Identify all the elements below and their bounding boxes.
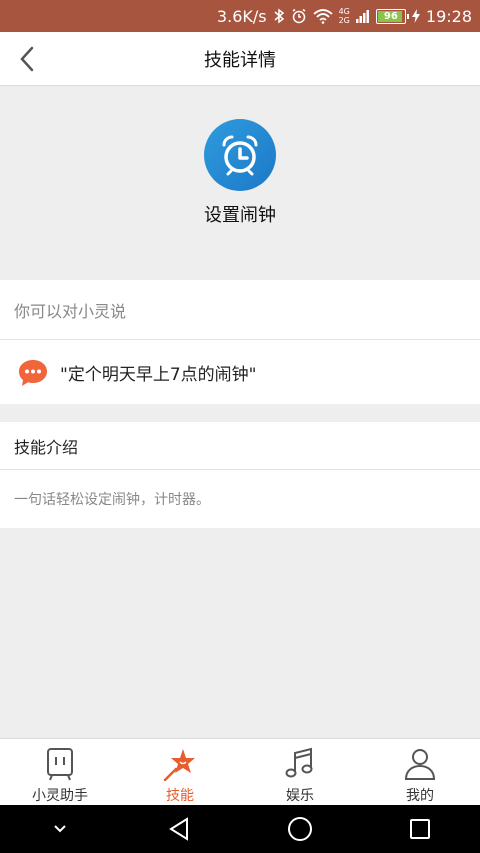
status-bar: 3.6K/s 4G 2G 96 19:28 [0,0,480,32]
battery-icon: 96 [375,8,409,24]
alarm-clock-icon [204,119,276,191]
clock: 19:28 [425,6,472,26]
skill-name: 设置闹钟 [204,205,276,226]
example-phrase-row[interactable]: "定个明天早上7点的闹钟" [0,340,480,404]
music-note-icon [285,747,313,778]
example-phrase: "定个明天早上7点的闹钟" [60,364,257,385]
wifi-icon [312,8,333,24]
battery-level: 96 [383,10,398,22]
nav-back-button[interactable] [160,809,200,849]
network-type: 4G 2G [339,7,350,25]
network-type-top: 4G [338,7,350,16]
intro-text: 一句话轻松设定闹钟，计时器。 [14,492,210,508]
back-button[interactable] [14,44,42,74]
intro-heading: 技能介绍 [0,422,480,470]
circle-home-icon [288,817,312,841]
alarm-icon [291,8,307,24]
skill-star-icon [163,749,195,781]
bluetooth-icon [273,8,285,24]
nav-recents-button[interactable] [400,809,440,849]
intro-section: 技能介绍 一句话轻松设定闹钟，计时器。 [0,422,480,528]
tab-me[interactable]: 我的 [360,739,480,805]
network-type-bottom: 2G [338,16,350,25]
tab-label: 我的 [406,788,434,804]
tab-assistant[interactable]: 小灵助手 [0,739,120,805]
system-nav-bar [0,805,480,853]
hide-nav-button[interactable] [40,809,80,849]
assistant-icon [47,748,73,781]
signal-icon [355,8,370,24]
charging-icon [411,9,420,23]
tab-label: 技能 [166,788,194,804]
net-speed: 3.6K/s [216,6,267,26]
tab-label: 娱乐 [286,788,314,804]
tab-entertainment[interactable]: 娱乐 [240,739,360,805]
say-section: 你可以对小灵说 "定个明天早上7点的闹钟" [0,280,480,404]
title-bar: 技能详情 [0,32,480,86]
skill-hero: 设置闹钟 [0,87,480,279]
triangle-back-icon [169,817,188,841]
bottom-tab-bar: 小灵助手 技能 娱乐 我的 [0,738,480,805]
page-title: 技能详情 [204,49,276,71]
chevron-down-icon [54,825,66,833]
user-icon [404,749,436,780]
tab-label: 小灵助手 [32,788,88,804]
square-recents-icon [410,819,430,839]
chevron-left-icon [20,46,34,72]
tab-skills[interactable]: 技能 [120,739,240,805]
nav-home-button[interactable] [280,809,320,849]
chat-bubble-icon [18,359,48,386]
say-section-heading: 你可以对小灵说 [0,280,480,340]
